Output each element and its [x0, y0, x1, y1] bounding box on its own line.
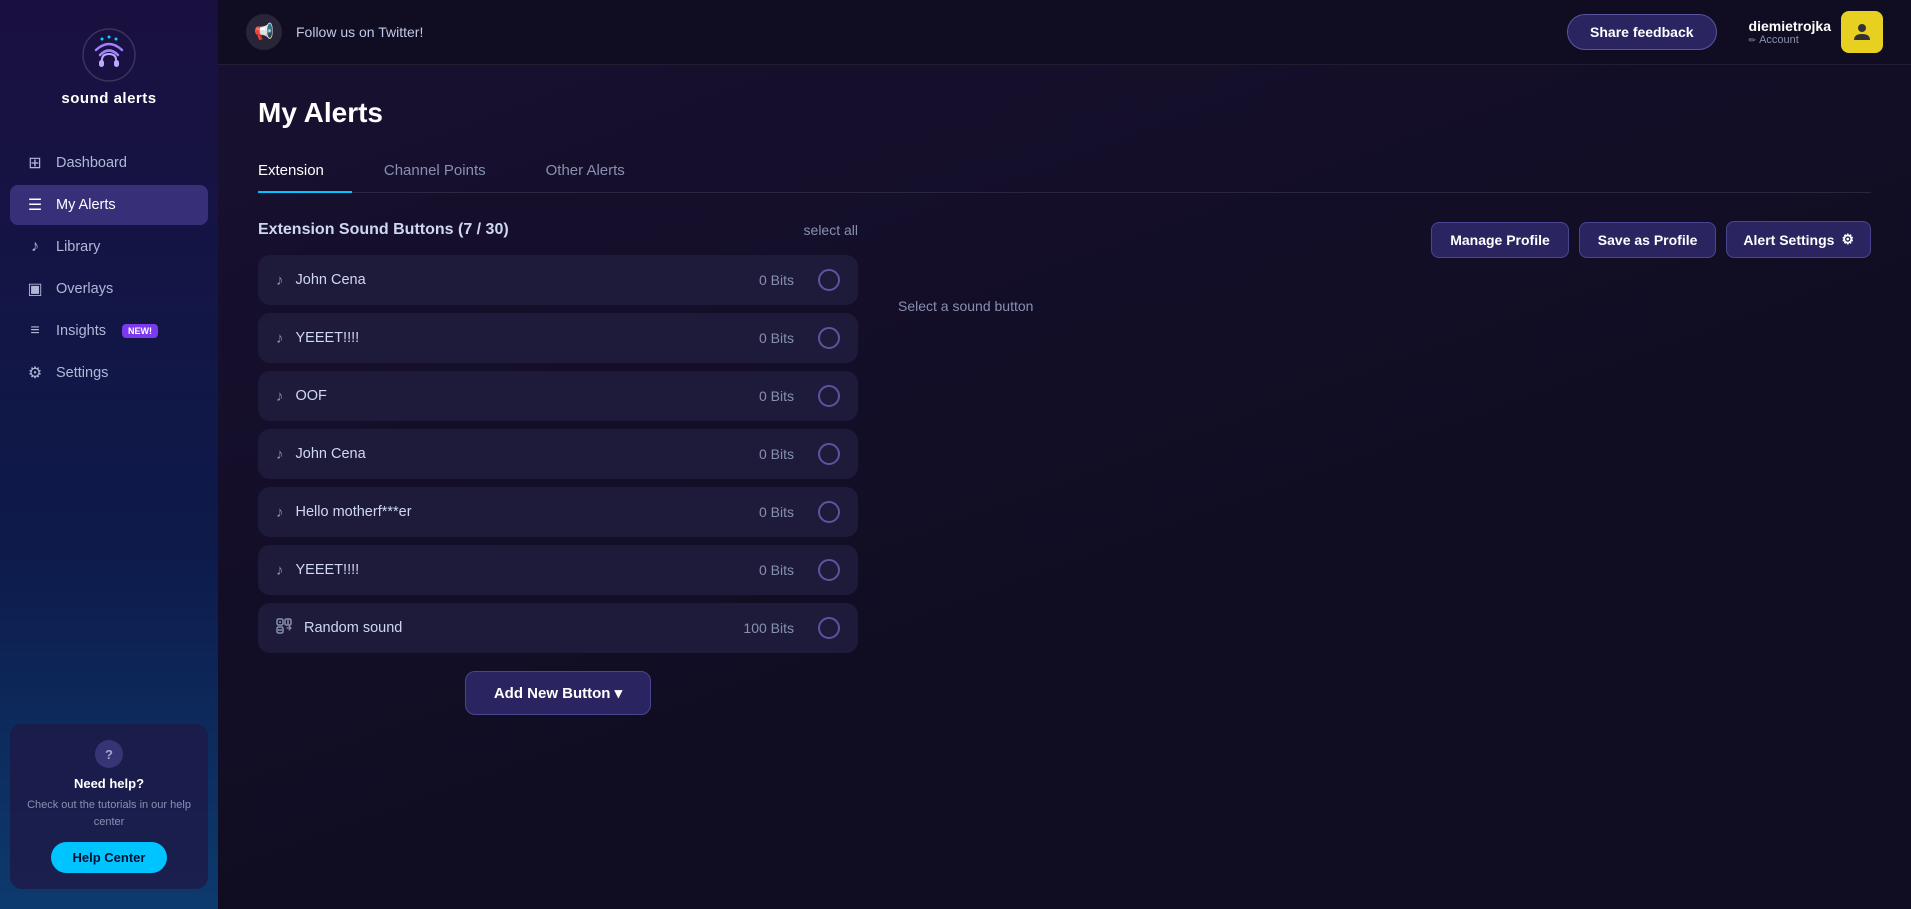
random-sound-icon [276, 618, 292, 638]
sound-bits: 0 Bits [759, 504, 794, 520]
sound-name: YEEET!!!! [296, 330, 747, 346]
user-avatar[interactable] [1841, 11, 1883, 53]
sound-radio[interactable] [818, 385, 840, 407]
alert-settings-button[interactable]: Alert Settings ⚙ [1726, 221, 1871, 258]
help-title: Need help? [24, 776, 194, 791]
sidebar-item-label: My Alerts [56, 197, 116, 213]
megaphone-icon: 📢 [246, 14, 282, 50]
username-label: diemietrojka [1749, 18, 1831, 35]
sound-bits: 0 Bits [759, 446, 794, 462]
topbar: 📢 Follow us on Twitter! Share feedback d… [218, 0, 1911, 65]
page-title: My Alerts [258, 97, 1871, 129]
music-note-icon: ♪ [276, 388, 284, 405]
tabs-bar: Extension Channel Points Other Alerts [258, 151, 1871, 193]
alerts-panel: Extension Sound Buttons (7 / 30) select … [258, 221, 1871, 715]
gear-icon: ⚙ [26, 364, 44, 382]
profile-btn-row: Manage Profile Save as Profile Alert Set… [888, 221, 1871, 258]
page-content: My Alerts Extension Channel Points Other… [218, 65, 1911, 909]
save-as-profile-button[interactable]: Save as Profile [1579, 222, 1717, 258]
help-center-button[interactable]: Help Center [51, 842, 168, 873]
sound-name: Hello motherf***er [296, 504, 747, 520]
topbar-follow-text: Follow us on Twitter! [296, 24, 1553, 40]
sound-bits: 100 Bits [743, 620, 794, 636]
sidebar-item-settings[interactable]: ⚙ Settings [10, 353, 208, 393]
sidebar-item-dashboard[interactable]: ⊞ Dashboard [10, 143, 208, 183]
sidebar-item-insights[interactable]: ≡ Insights New! [10, 311, 208, 351]
select-all-link[interactable]: select all [804, 222, 858, 238]
sound-radio[interactable] [818, 269, 840, 291]
sound-bits: 0 Bits [759, 388, 794, 404]
add-button-row: Add New Button ▾ [258, 671, 858, 715]
sound-name: YEEET!!!! [296, 562, 747, 578]
sound-item[interactable]: ♪ John Cena 0 Bits [258, 429, 858, 479]
alerts-left-panel: Extension Sound Buttons (7 / 30) select … [258, 221, 858, 715]
list-icon: ☰ [26, 196, 44, 214]
main-content: 📢 Follow us on Twitter! Share feedback d… [218, 0, 1911, 909]
music-note-icon: ♪ [26, 238, 44, 256]
select-hint-text: Select a sound button [888, 298, 1871, 314]
new-badge: New! [122, 324, 158, 338]
settings-gear-icon: ⚙ [1841, 231, 1854, 248]
sidebar-item-overlays[interactable]: ▣ Overlays [10, 269, 208, 309]
music-note-icon: ♪ [276, 562, 284, 579]
sound-bits: 0 Bits [759, 330, 794, 346]
sidebar-item-label: Overlays [56, 281, 113, 297]
sound-name: Random sound [304, 620, 731, 636]
tab-other-alerts[interactable]: Other Alerts [546, 152, 653, 193]
sidebar-item-library[interactable]: ♪ Library [10, 227, 208, 267]
alerts-count-title: Extension Sound Buttons (7 / 30) [258, 221, 509, 239]
music-note-icon: ♪ [276, 330, 284, 347]
sound-item[interactable]: ♪ Hello motherf***er 0 Bits [258, 487, 858, 537]
sound-radio[interactable] [818, 501, 840, 523]
help-question-icon: ? [95, 740, 123, 768]
alerts-header: Extension Sound Buttons (7 / 30) select … [258, 221, 858, 239]
sidebar-logo: sound alerts [61, 28, 156, 107]
sound-radio[interactable] [818, 443, 840, 465]
sound-item[interactable]: ♪ YEEET!!!! 0 Bits [258, 545, 858, 595]
sound-bits: 0 Bits [759, 562, 794, 578]
image-icon: ▣ [26, 280, 44, 298]
sound-item-random[interactable]: Random sound 100 Bits [258, 603, 858, 653]
sidebar-item-label: Insights [56, 323, 106, 339]
sidebar-item-label: Library [56, 239, 100, 255]
manage-profile-button[interactable]: Manage Profile [1431, 222, 1569, 258]
music-note-icon: ♪ [276, 504, 284, 521]
account-label: ✏Account [1749, 34, 1831, 46]
sound-button-list: ♪ John Cena 0 Bits ♪ YEEET!!!! 0 Bits [258, 255, 858, 653]
sidebar-navigation: ⊞ Dashboard ☰ My Alerts ♪ Library ▣ Over… [0, 143, 218, 393]
sidebar-item-label: Dashboard [56, 155, 127, 171]
grid-icon: ⊞ [26, 154, 44, 172]
tab-channel-points[interactable]: Channel Points [384, 152, 514, 193]
help-widget: ? Need help? Check out the tutorials in … [10, 724, 208, 889]
sound-name: John Cena [296, 272, 747, 288]
sound-bits: 0 Bits [759, 272, 794, 288]
user-account-area: diemietrojka ✏Account [1749, 11, 1883, 53]
help-description: Check out the tutorials in our help cent… [24, 797, 194, 830]
user-info: diemietrojka ✏Account [1749, 18, 1831, 47]
sound-item[interactable]: ♪ YEEET!!!! 0 Bits [258, 313, 858, 363]
sidebar: sound alerts ⊞ Dashboard ☰ My Alerts ♪ L… [0, 0, 218, 909]
insights-icon: ≡ [26, 322, 44, 340]
share-feedback-button[interactable]: Share feedback [1567, 14, 1717, 50]
sound-radio[interactable] [818, 617, 840, 639]
app-logo-icon [82, 28, 136, 82]
add-new-button[interactable]: Add New Button ▾ [465, 671, 651, 715]
alerts-right-panel: Manage Profile Save as Profile Alert Set… [888, 221, 1871, 715]
sidebar-item-my-alerts[interactable]: ☰ My Alerts [10, 185, 208, 225]
sound-radio[interactable] [818, 559, 840, 581]
sidebar-item-label: Settings [56, 365, 108, 381]
sound-radio[interactable] [818, 327, 840, 349]
alert-settings-label: Alert Settings [1743, 232, 1834, 248]
music-note-icon: ♪ [276, 446, 284, 463]
sound-item[interactable]: ♪ OOF 0 Bits [258, 371, 858, 421]
sound-name: OOF [296, 388, 747, 404]
sound-name: John Cena [296, 446, 747, 462]
music-note-icon: ♪ [276, 272, 284, 289]
tab-extension[interactable]: Extension [258, 152, 352, 193]
app-name: sound alerts [61, 90, 156, 107]
sound-item[interactable]: ♪ John Cena 0 Bits [258, 255, 858, 305]
